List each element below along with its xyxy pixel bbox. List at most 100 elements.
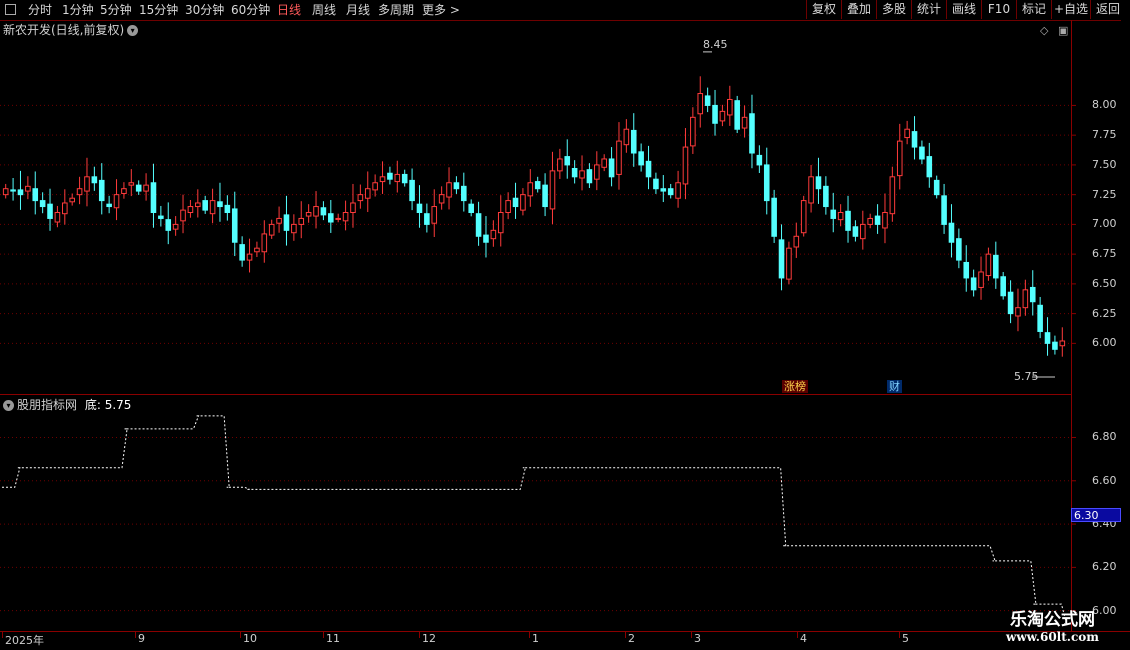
high-price-label: 8.45 <box>703 38 728 51</box>
candle-body <box>202 200 208 211</box>
candle-body <box>165 219 172 231</box>
candle-body <box>47 203 53 219</box>
candle-body <box>653 178 659 190</box>
candle-body <box>874 215 881 225</box>
candle-body <box>860 223 866 240</box>
date-label: 2 <box>628 632 635 645</box>
candle-body <box>1000 276 1006 297</box>
candle-body <box>209 200 216 215</box>
event-tag-zhangbang[interactable]: 涨榜 <box>782 380 808 393</box>
candle-body <box>586 169 593 184</box>
candle-body <box>638 151 644 166</box>
candle-body <box>919 146 925 160</box>
candle-body <box>815 176 822 190</box>
event-tag-cai[interactable]: 财 <box>887 380 902 393</box>
candle-body <box>438 194 445 204</box>
date-label: 1 <box>532 632 539 645</box>
candle-body <box>350 202 356 213</box>
side-strip <box>1121 20 1130 631</box>
price-chart <box>0 51 1076 625</box>
candle-body <box>483 234 489 243</box>
candle-body <box>276 217 282 224</box>
candle-body <box>335 217 341 220</box>
candle-body <box>904 128 910 139</box>
candle-body <box>808 176 814 204</box>
candle-body <box>106 203 112 208</box>
candle-body <box>978 271 984 288</box>
candle-body <box>970 277 977 291</box>
candle-body <box>630 129 637 154</box>
candle-body <box>889 176 896 215</box>
candle-body <box>150 182 157 213</box>
candle-body <box>594 164 600 180</box>
candle-body <box>217 201 223 208</box>
candle-body <box>911 131 918 148</box>
candle-body <box>357 194 364 202</box>
date-label: 5 <box>902 632 909 645</box>
indicator-line <box>2 415 1068 625</box>
date-tick <box>797 632 798 638</box>
candle-body <box>527 182 534 197</box>
candle-body <box>712 104 718 124</box>
candle-body <box>985 253 992 277</box>
candle-body <box>882 212 888 229</box>
candle-body <box>62 202 68 215</box>
candle-body <box>557 158 563 172</box>
candle-body <box>76 188 83 196</box>
candle-body <box>254 247 260 253</box>
candle-body <box>401 173 408 184</box>
candle-body <box>239 244 245 261</box>
candle-body <box>623 128 630 146</box>
candle-body <box>542 184 548 208</box>
candle-body <box>660 188 667 192</box>
candle-body <box>704 95 711 106</box>
candle-body <box>793 235 800 248</box>
candle-body <box>416 203 423 213</box>
candle-body <box>616 140 622 175</box>
candle-body <box>128 182 135 186</box>
date-tick <box>419 632 420 638</box>
candle-body <box>291 223 297 234</box>
candle-body <box>926 156 933 178</box>
date-tick <box>135 632 136 638</box>
indicator-series-label: 底: 5.75 <box>84 398 132 412</box>
candle-body <box>461 185 467 202</box>
date-axis-line <box>0 631 1130 632</box>
candle-body <box>520 194 526 211</box>
candle-body <box>25 185 31 192</box>
candle-body <box>121 188 127 194</box>
candle-body <box>948 222 955 243</box>
watermark-url: www.60lt.com <box>1006 630 1099 644</box>
candle-body <box>771 197 777 237</box>
candle-body <box>645 160 652 178</box>
date-tick <box>323 632 324 638</box>
candle-body <box>993 254 999 279</box>
date-tick <box>240 632 241 638</box>
date-tick <box>2 632 3 638</box>
candle-body <box>2 188 9 196</box>
candle-body <box>453 182 460 190</box>
candle-body <box>933 179 940 196</box>
candle-body <box>431 206 438 224</box>
candle-body <box>867 217 873 225</box>
axis-divider <box>1071 20 1072 631</box>
candle-body <box>727 98 733 116</box>
candle-body <box>549 170 556 210</box>
candle-body <box>1015 307 1021 317</box>
pane-divider <box>0 394 1071 395</box>
candle-body <box>342 212 349 222</box>
candle-body <box>475 213 482 237</box>
candle-body <box>187 206 194 214</box>
candle-body <box>830 209 837 219</box>
candle-body <box>741 116 748 129</box>
candle-body <box>468 203 474 213</box>
candle-body <box>98 179 105 202</box>
indicator-name: 股朋指标网 <box>17 398 78 412</box>
date-label: 4 <box>800 632 807 645</box>
candle-body <box>963 261 970 279</box>
low-price-label: 5.75 <box>1014 370 1039 383</box>
candle-body <box>534 181 541 190</box>
candle-body <box>17 189 24 196</box>
chevron-down-icon[interactable]: ▾ <box>3 400 14 411</box>
candle-body <box>786 247 792 280</box>
